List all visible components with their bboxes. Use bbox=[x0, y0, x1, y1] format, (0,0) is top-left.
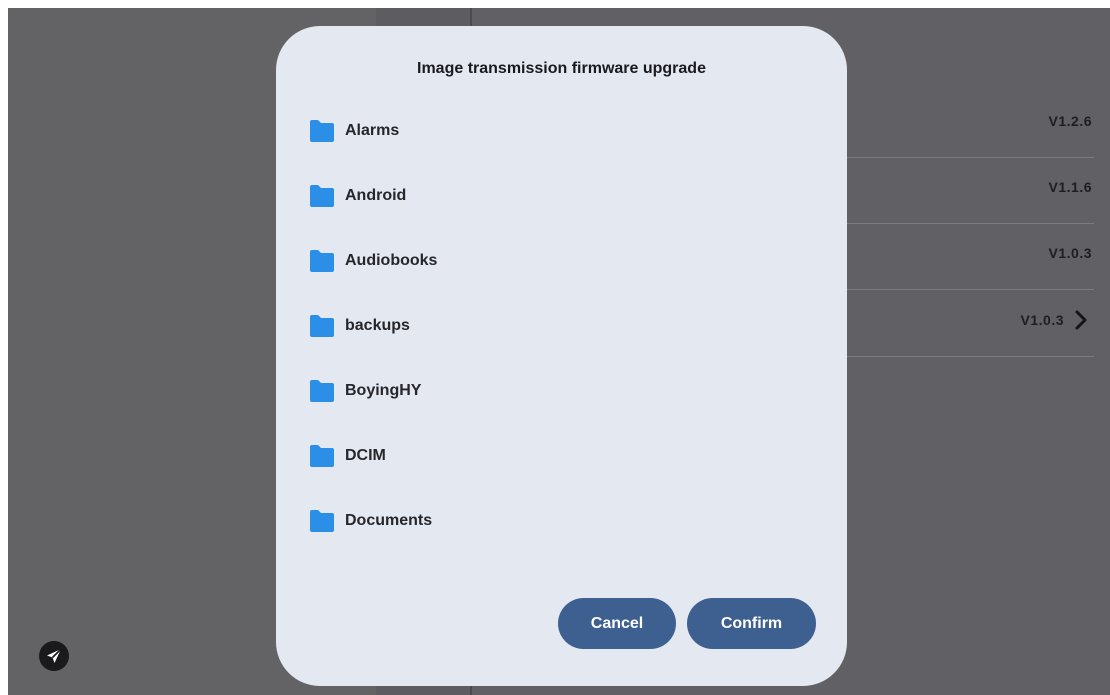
folder-item[interactable]: Android bbox=[308, 163, 808, 228]
cancel-button[interactable]: Cancel bbox=[558, 598, 676, 649]
version-value: V1.0.3 bbox=[1048, 245, 1092, 261]
screen: V1.2.6 V1.1.6 V1.0.3 V1.0.3 Image transm… bbox=[0, 0, 1110, 695]
version-row: V1.0.3 bbox=[844, 223, 1094, 290]
folder-name: BoyingHY bbox=[345, 381, 422, 399]
folder-item[interactable]: DCIM bbox=[308, 423, 808, 488]
chevron-right-icon bbox=[1075, 310, 1087, 330]
folder-icon bbox=[310, 314, 334, 337]
confirm-button[interactable]: Confirm bbox=[687, 598, 816, 649]
folder-icon bbox=[310, 509, 334, 532]
folder-name: backups bbox=[345, 316, 410, 334]
folder-item[interactable]: backups bbox=[308, 293, 808, 358]
version-value: V1.0.3 bbox=[1020, 312, 1064, 328]
folder-name: Audiobooks bbox=[345, 251, 438, 269]
version-value: V1.2.6 bbox=[1048, 113, 1092, 129]
folder-icon bbox=[310, 249, 334, 272]
folder-name: Alarms bbox=[345, 121, 400, 139]
folder-icon bbox=[310, 184, 334, 207]
folder-name: Android bbox=[345, 186, 407, 204]
folder-name: Documents bbox=[345, 511, 433, 529]
version-row-link[interactable]: V1.0.3 bbox=[844, 290, 1094, 357]
folder-icon bbox=[310, 379, 334, 402]
firmware-upgrade-dialog: Image transmission firmware upgrade Alar… bbox=[276, 26, 847, 686]
paper-plane-icon bbox=[47, 648, 62, 663]
folder-item[interactable]: Alarms bbox=[308, 98, 808, 163]
folder-icon bbox=[310, 444, 334, 467]
folder-item[interactable]: Audiobooks bbox=[308, 228, 808, 293]
folder-item[interactable]: Documents bbox=[308, 488, 808, 553]
version-row: V1.1.6 bbox=[844, 157, 1094, 224]
version-value: V1.1.6 bbox=[1048, 179, 1092, 195]
folder-item[interactable]: BoyingHY bbox=[308, 358, 808, 423]
paper-plane-button[interactable] bbox=[39, 641, 69, 671]
folder-list: Alarms Android Audiobooks backups Boying… bbox=[308, 98, 808, 553]
version-row: V1.2.6 bbox=[844, 91, 1094, 158]
folder-icon bbox=[310, 119, 334, 142]
folder-name: DCIM bbox=[345, 446, 386, 464]
dialog-title: Image transmission firmware upgrade bbox=[417, 60, 706, 77]
